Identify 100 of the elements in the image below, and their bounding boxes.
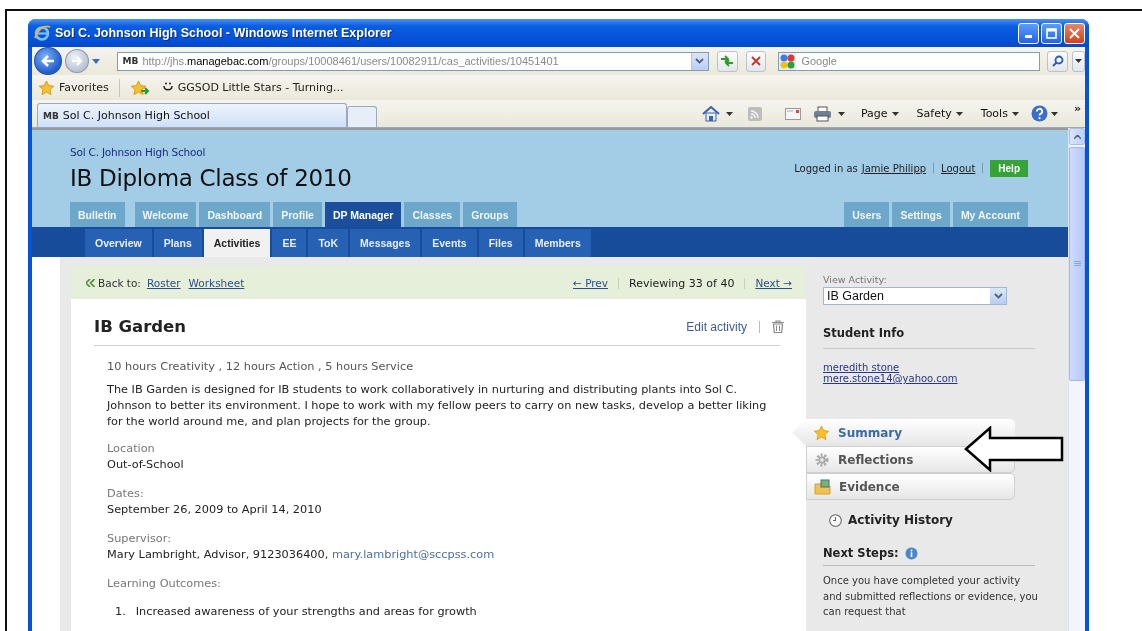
folder-picture-icon	[814, 478, 831, 495]
print-icon	[812, 105, 832, 122]
minimize-button[interactable]	[1018, 22, 1039, 44]
close-button[interactable]	[1064, 22, 1085, 44]
window-title: Sol C. Johnson High School - Windows Internet Explorer	[55, 26, 393, 40]
field-value: Mary Lambright, Advisor, 9123036400, mary.lambright@sccpss.com	[107, 547, 496, 563]
stop-icon	[750, 56, 761, 66]
chevron-icon	[695, 58, 705, 64]
search-button[interactable]	[1047, 50, 1069, 72]
maximize-icon	[1046, 27, 1057, 39]
review-status: Reviewing 33 of 40	[629, 276, 735, 290]
subnav-tab[interactable]: Messages	[350, 229, 421, 257]
toolbar-menu[interactable]: Tools	[978, 107, 1021, 120]
browser-logo-icon	[34, 25, 51, 41]
back-arrow-icon	[40, 55, 55, 67]
scroll-up-button[interactable]	[1069, 128, 1085, 145]
delete-button[interactable]	[772, 320, 784, 333]
back-button[interactable]	[34, 47, 62, 75]
student-name-link[interactable]: meredith stone	[823, 362, 900, 373]
hours-summary: 10 hours Creativity , 12 hours Action , 5 hours Service	[107, 359, 415, 375]
scrollbar-thumb[interactable]	[1069, 147, 1085, 381]
subnav-tab[interactable]: EE	[272, 229, 307, 257]
print-button[interactable]	[812, 105, 832, 122]
search-placeholder: Google	[801, 55, 837, 67]
outcome-text: Increased awareness of your strengths and areas for growth	[135, 604, 477, 620]
close-icon	[1069, 27, 1080, 39]
chevron-icon	[993, 293, 1003, 299]
field-label: Location	[107, 441, 156, 457]
field-label: Dates:	[107, 486, 145, 502]
address-field[interactable]: MB http://jhs.managebac.com/groups/10008461/users/10082911/cas_activities/10451401	[116, 51, 709, 71]
feed-icon	[746, 105, 763, 122]
next-steps-text: Once you have completed your activity and submitted reflections or evidence, you can request that	[823, 574, 1039, 620]
subnav-tab[interactable]: Overview	[85, 229, 152, 257]
subnav-tab[interactable]: ToK	[308, 229, 349, 257]
toolbar-menu[interactable]: Safety	[914, 107, 965, 120]
breadcrumb-link[interactable]: Worksheet	[188, 277, 245, 289]
refresh-button[interactable]	[716, 50, 738, 72]
field-value: September 26, 2009 to April 14, 2010	[107, 502, 323, 518]
mail-button[interactable]	[784, 107, 801, 120]
activity-title: IB Garden	[94, 317, 188, 336]
page-title: IB Diploma Class of 2010	[70, 165, 352, 191]
view-tab[interactable]: Evidence	[806, 473, 1015, 500]
gear-icon	[814, 451, 830, 468]
user-link[interactable]: Jamie Philipp	[861, 162, 927, 174]
star-icon	[38, 79, 55, 96]
add-favorite-button[interactable]	[129, 79, 150, 96]
view-activity-label: View Activity:	[823, 274, 888, 285]
add-favorite-icon	[129, 79, 150, 96]
logout-link[interactable]: Logout	[941, 162, 976, 174]
grip-icon	[1073, 261, 1081, 267]
trash-icon	[772, 320, 784, 333]
home-button[interactable]	[701, 105, 720, 122]
field-value: Out-of-School	[107, 457, 185, 473]
maximize-button[interactable]	[1041, 22, 1062, 44]
login-label: Logged in as	[794, 162, 858, 174]
minimize-icon	[1025, 35, 1032, 38]
back-arrows-icon	[86, 279, 95, 287]
subnav-tab[interactable]: Plans	[153, 229, 202, 257]
section-heading: Next Steps:	[823, 546, 899, 560]
favorite-link[interactable]: GGSOD Little Stars - Turning...	[161, 81, 344, 94]
field-label: Supervisor:	[107, 531, 172, 547]
toolbar-menu[interactable]: Page	[858, 107, 901, 120]
activity-history-link[interactable]: Activity History	[848, 513, 953, 527]
info-icon[interactable]	[904, 546, 918, 560]
subnav-tab[interactable]: Events	[422, 229, 477, 257]
star-icon	[813, 424, 830, 441]
url-text: http://jhs.managebac.com/groups/10008461/users/10082911/cas_activities/10451401	[142, 55, 560, 67]
school-name: Sol C. Johnson High School	[70, 146, 206, 158]
home-icon	[701, 105, 720, 122]
refresh-icon	[720, 55, 735, 67]
search-field[interactable]: Google	[778, 51, 1041, 71]
help-icon	[1030, 105, 1048, 122]
next-link[interactable]: Next →	[755, 277, 792, 289]
back-label: Back to:	[98, 277, 141, 289]
mail-icon	[784, 107, 801, 120]
help-button[interactable]	[1030, 105, 1058, 122]
prev-link[interactable]: ← Prev	[573, 277, 609, 289]
edit-activity-link[interactable]: Edit activity	[686, 319, 747, 334]
search-icon	[1051, 55, 1064, 67]
breadcrumb-link[interactable]: Roster	[146, 277, 181, 289]
stop-button[interactable]	[745, 50, 767, 72]
more-tools-button[interactable]: »	[1073, 102, 1081, 115]
email-link[interactable]: mary.lambright@sccpss.com	[331, 548, 495, 561]
browser-tab[interactable]: MB Sol C. Johnson High School	[37, 103, 347, 127]
site-logo: MB	[121, 56, 140, 66]
forward-arrow-icon	[70, 56, 83, 66]
search-provider-icon	[779, 52, 797, 70]
nav-tab[interactable]: DP Manager	[324, 202, 402, 227]
subnav-tab[interactable]: Activities	[203, 229, 271, 257]
subnav-tab[interactable]: Members	[524, 229, 591, 257]
list-number: 1.	[115, 604, 126, 620]
field-label: Learning Outcomes:	[107, 576, 222, 592]
activity-select[interactable]: IB Garden	[823, 287, 1007, 305]
student-email-link[interactable]: mere.stone14@yahoo.com	[823, 373, 958, 384]
favorites-button[interactable]: Favorites	[38, 79, 109, 96]
clock-icon	[829, 513, 842, 527]
subnav-tab[interactable]: Files	[478, 229, 523, 257]
activity-description: The IB Garden is designed for IB students to work collaboratively in nurturing and distributing plants into Sol C. Johnson to better its environment. I hope to work with my fellow peers to carry on new tasks, develop a better liking for the world around me, and plan projects for the group.	[107, 382, 768, 430]
search-options-button[interactable]	[1072, 50, 1085, 72]
address-dropdown-button[interactable]	[690, 52, 708, 70]
